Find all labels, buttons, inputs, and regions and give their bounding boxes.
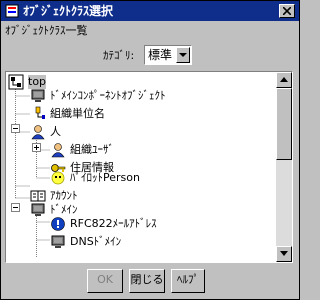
category-select-value: 標準 xyxy=(148,48,173,62)
computer-icon xyxy=(51,235,65,248)
computer-icon xyxy=(31,203,45,216)
person-icon xyxy=(31,125,45,140)
tree-vertical-scrollbar[interactable] xyxy=(276,72,292,262)
category-dropdown-button[interactable] xyxy=(176,47,190,63)
tree-node-label: ﾄﾞﾒｲﾝｺﾝﾎﾟｰﾈﾝﾄｵﾌﾞｼﾞｪｸﾄ xyxy=(50,89,166,102)
scroll-down-button[interactable] xyxy=(276,246,292,262)
window-title: ｵﾌﾞｼﾞｪｸﾄｸﾗｽ選択 xyxy=(23,4,114,18)
tree-node-label: ﾄﾞﾒｲﾝ xyxy=(50,203,78,216)
tree-node-label: 組織単位名 xyxy=(50,107,105,120)
tree-node-label: ﾊﾟｲﾛｯﾄPerson xyxy=(70,171,140,184)
ok-button[interactable]: OK xyxy=(87,269,123,293)
close-icon xyxy=(283,7,291,15)
pilot-icon xyxy=(51,171,65,185)
category-select[interactable]: 標準 xyxy=(144,45,192,65)
help-button[interactable]: ﾍﾙﾌﾟ xyxy=(171,269,205,293)
tree-node-label: top xyxy=(28,75,47,89)
arrow-down-icon xyxy=(280,251,288,256)
arrow-up-icon xyxy=(280,77,288,82)
tree-node-label: 人 xyxy=(50,125,61,138)
chevron-down-icon xyxy=(179,53,187,57)
tree-node-label: DNSﾄﾞﾒｲﾝ xyxy=(70,235,122,248)
org-unit-icon xyxy=(35,106,45,119)
scroll-thumb[interactable] xyxy=(276,88,292,160)
computer-icon xyxy=(31,89,45,102)
close-button[interactable]: 閉じる xyxy=(129,269,165,293)
tree-node-label: ｱｶｳﾝﾄ xyxy=(50,189,78,202)
person-icon xyxy=(51,143,65,158)
dialog-window: ｵﾌﾞｼﾞｪｸﾄｸﾗｽ選択 ｵﾌﾞｼﾞｪｸﾄｸﾗｽ一覧 ｶﾃｺﾞﾘ: 標準 to… xyxy=(0,0,300,300)
object-class-tree[interactable]: top ﾄﾞﾒｲﾝｺﾝﾎﾟｰﾈﾝﾄｵﾌﾞｼﾞｪｸﾄ 組織単位名 人 組織ﾕｰｻﾞ… xyxy=(5,71,293,263)
object-class-list-label: ｵﾌﾞｼﾞｪｸﾄｸﾗｽ一覧 xyxy=(5,24,88,37)
close-window-button[interactable] xyxy=(279,4,295,18)
app-icon xyxy=(5,4,19,18)
tree-root-icon xyxy=(8,74,24,90)
title-bar[interactable]: ｵﾌﾞｼﾞｪｸﾄｸﾗｽ選択 xyxy=(1,1,299,21)
expand-toggle-org-user[interactable] xyxy=(32,143,41,152)
tree-node-label: 組織ﾕｰｻﾞ xyxy=(70,143,114,156)
collapse-toggle-domain[interactable] xyxy=(11,203,20,212)
category-label: ｶﾃｺﾞﾘ: xyxy=(103,49,135,62)
collapse-toggle-person[interactable] xyxy=(11,124,20,133)
info-icon xyxy=(51,217,65,231)
scroll-up-button[interactable] xyxy=(276,72,292,88)
tree-node-label: RFC822ﾒｰﾙｱﾄﾞﾚｽ xyxy=(70,217,157,230)
